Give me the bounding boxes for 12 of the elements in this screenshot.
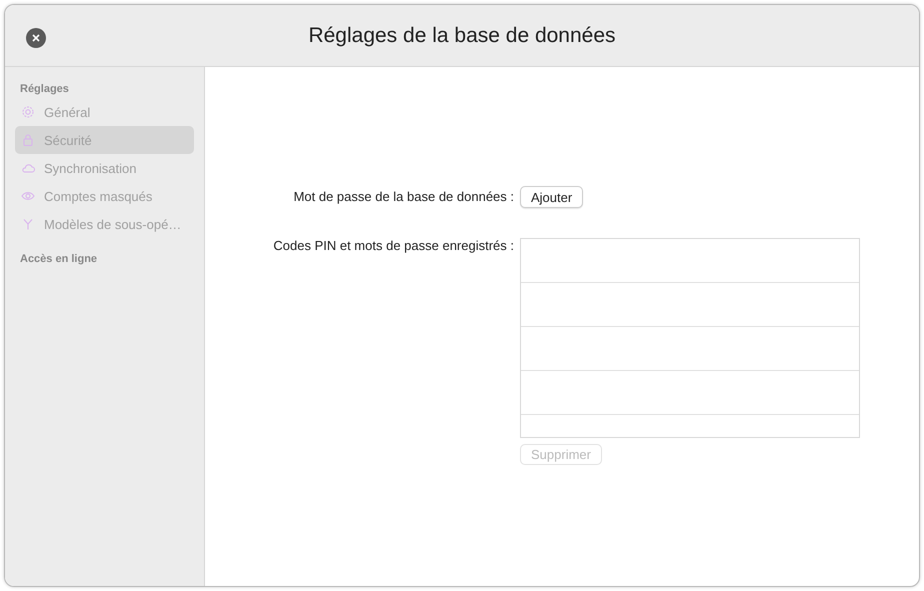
sidebar-section-header: Accès en ligne [19, 252, 98, 266]
field-label: Mot de passe de la base de données : [292, 188, 514, 206]
close-icon [32, 34, 40, 42]
fork-icon [21, 217, 35, 231]
window-title: Réglages de la base de données [308, 24, 616, 48]
sidebar-section-header: Réglages [19, 82, 70, 96]
field-label: Codes PIN et mots de passe enregistrés : [272, 238, 514, 255]
add-button[interactable]: Ajouter [520, 186, 584, 208]
gear-icon [21, 105, 35, 119]
lock-icon [21, 133, 35, 147]
close-button[interactable] [26, 28, 46, 48]
eye-icon [21, 189, 35, 203]
